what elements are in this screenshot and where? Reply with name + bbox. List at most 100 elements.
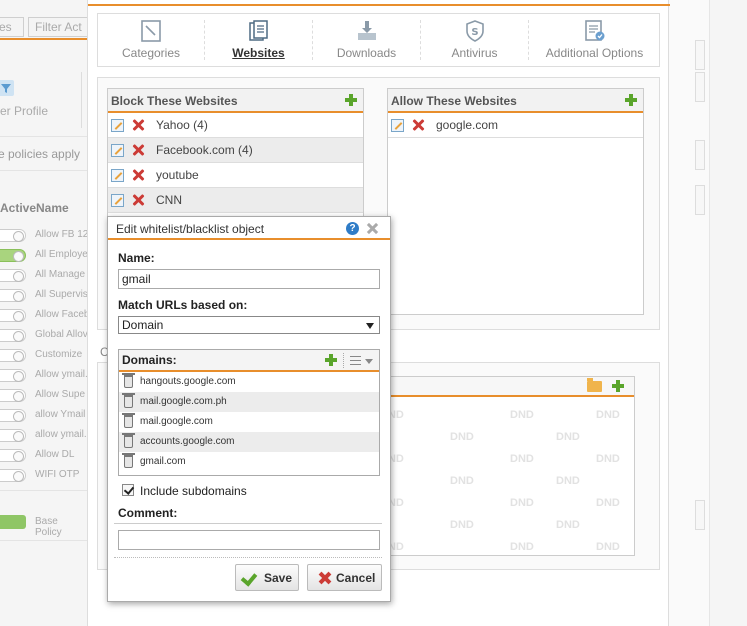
add-domain-icon[interactable] [325,354,337,366]
blocked-site-row[interactable]: youtube [108,163,363,188]
policy-row[interactable]: All Employe [0,246,88,266]
bg-tab-rules[interactable]: es [0,17,24,37]
active-toggle[interactable] [0,289,26,302]
edit-icon[interactable] [111,144,124,157]
trash-icon[interactable] [122,413,135,428]
include-subdomains-label: Include subdomains [140,484,247,498]
dnd-watermark: DND [510,453,534,465]
divider [0,490,87,491]
domain-row[interactable]: hangouts.google.com [119,372,379,392]
tab-websites[interactable]: Websites [205,14,312,66]
policy-row[interactable]: allow ymail. [0,426,87,446]
section-tabs: Categories Websites Downloads S Antiviru… [97,13,660,67]
domains-label: Domains: [122,353,177,367]
blocked-site-row[interactable]: Yahoo (4) [108,113,363,138]
policy-row[interactable]: allow Ymail [0,406,87,426]
filter-profile-label: lter Profile [0,104,49,118]
policy-row[interactable]: Allow ymail. [0,366,88,386]
edit-icon[interactable] [111,119,124,132]
edit-icon[interactable] [391,119,404,132]
active-toggle[interactable] [0,229,26,242]
dnd-watermark: DND [596,497,620,509]
active-toggle[interactable] [0,469,26,482]
tab-label: Downloads [336,46,397,60]
allowed-sites-list: google.com [388,113,643,138]
downloads-icon [357,21,376,40]
tab-downloads[interactable]: Downloads [313,14,420,66]
blocked-site-row[interactable]: CNN [108,188,363,213]
save-button[interactable]: Save [235,564,299,591]
panel-edge-block [695,185,705,215]
policy-row[interactable]: WIFI OTP [0,466,87,486]
delete-icon[interactable] [411,118,425,132]
name-field[interactable] [118,269,380,289]
match-urls-select[interactable]: Domain [118,316,380,334]
divider [0,170,87,171]
trash-icon[interactable] [122,373,135,388]
policy-row[interactable]: All Manage [0,266,87,286]
tab-additional-options[interactable]: Additional Options [529,14,660,66]
policy-row[interactable]: Global Allov [0,326,88,346]
help-icon[interactable]: ? [346,222,359,235]
delete-icon[interactable] [131,168,145,182]
policy-row[interactable]: Allow Supe [0,386,87,406]
policy-row[interactable]: Allow DL [0,446,87,466]
column-header-active[interactable]: Active [0,201,36,215]
policy-name: WIFI OTP [35,469,80,480]
tab-label: Additional Options [545,46,644,60]
add-allowed-site-icon[interactable] [625,94,637,106]
active-toggle[interactable] [0,329,26,342]
active-toggle[interactable] [0,429,26,442]
edit-icon[interactable] [111,169,124,182]
trash-icon[interactable] [122,433,135,448]
dnd-watermark: DND [510,497,534,509]
cancel-label: Cancel [336,571,376,585]
antivirus-icon: S [465,20,484,42]
policy-row[interactable]: Allow Faceb [0,306,89,326]
right-panel-edge [669,0,710,626]
active-toggle[interactable] [0,269,26,282]
trash-icon[interactable] [122,453,135,468]
edit-icon[interactable] [111,194,124,207]
delete-icon[interactable] [131,143,145,157]
comment-field[interactable] [118,530,380,550]
dnd-watermark: DND [556,475,580,487]
filter-profile-button[interactable]: lter Profile [0,72,82,128]
tab-categories[interactable]: Categories [98,14,204,66]
allowed-site-row[interactable]: google.com [388,113,643,138]
folder-icon[interactable] [587,378,602,392]
delete-icon[interactable] [131,193,145,207]
chevron-down-icon[interactable] [365,359,373,364]
policy-row[interactable]: Customize [0,346,87,366]
active-toggle[interactable] [0,449,26,462]
policy-row[interactable]: Allow FB 12 [0,226,89,246]
active-toggle[interactable] [0,309,26,322]
active-toggle[interactable] [0,409,26,422]
policy-name: Allow FB 12 [35,229,89,240]
column-header-name[interactable]: Name [36,201,69,215]
close-icon[interactable] [366,222,379,235]
active-toggle[interactable] [0,349,26,362]
domain-name: gmail.com [140,456,186,467]
add-icon[interactable] [612,380,624,392]
base-policy-row[interactable]: Base Policy [0,515,87,538]
tab-antivirus[interactable]: S Antivirus [421,14,528,66]
active-toggle[interactable] [0,369,26,382]
accent-line [88,4,670,6]
divider [114,557,382,558]
domain-row[interactable]: mail.google.com.ph [119,392,379,412]
trash-icon[interactable] [122,393,135,408]
active-toggle[interactable] [0,389,26,402]
domain-row[interactable]: accounts.google.com [119,432,379,452]
policy-row[interactable]: All Supervis [0,286,88,306]
active-toggle[interactable] [0,249,26,262]
panel-edge-block [695,40,705,70]
add-blocked-site-icon[interactable] [345,94,357,106]
cancel-button[interactable]: Cancel [307,564,382,591]
domain-row[interactable]: mail.google.com [119,412,379,432]
domain-row[interactable]: gmail.com [119,452,379,472]
blocked-site-row[interactable]: Facebook.com (4) [108,138,363,163]
list-icon[interactable] [350,356,361,365]
delete-icon[interactable] [131,118,145,132]
include-subdomains-checkbox[interactable] [122,484,134,496]
